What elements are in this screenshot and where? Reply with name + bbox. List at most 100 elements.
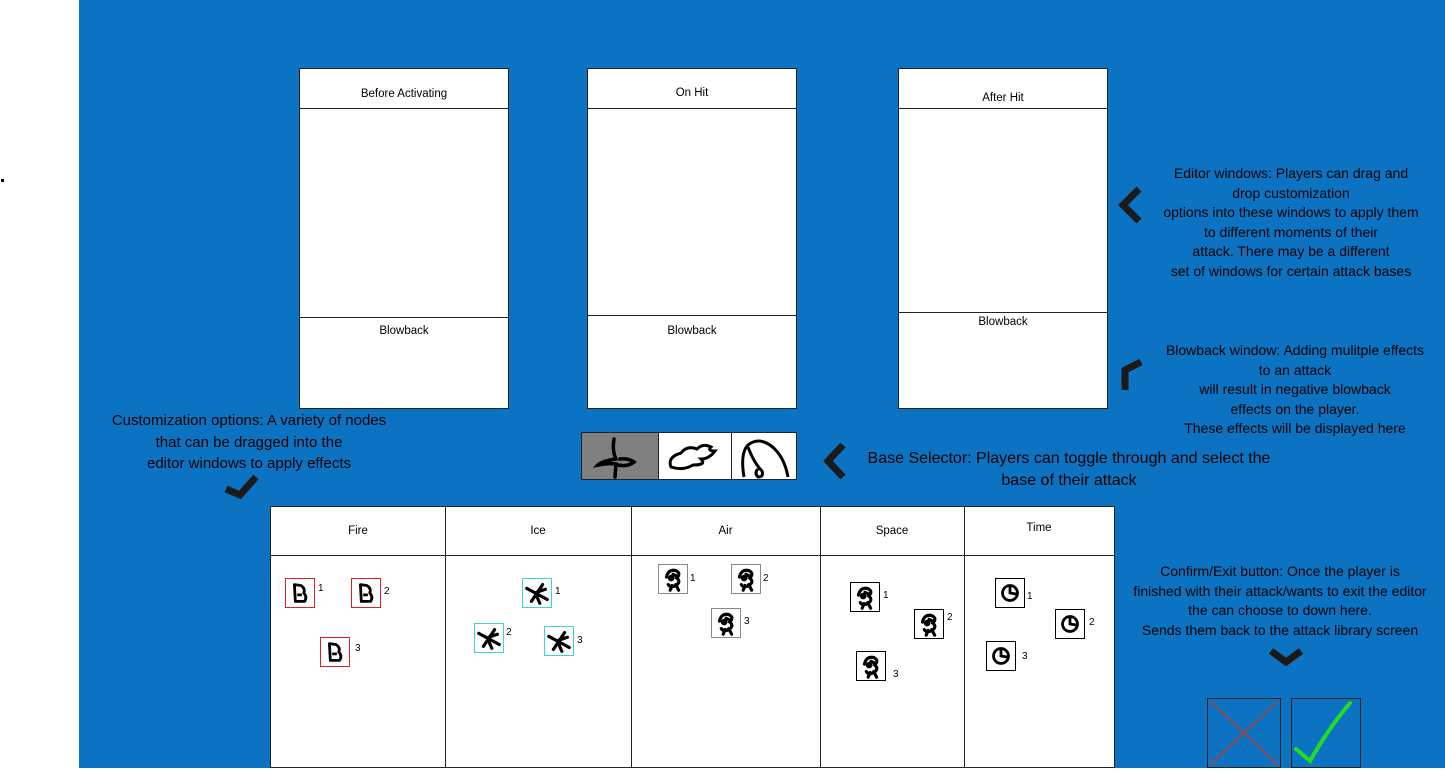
chevron-down-icon bbox=[1268, 648, 1304, 667]
node-number: 1 bbox=[883, 590, 889, 601]
node-number: 1 bbox=[318, 583, 324, 594]
annotation-line: that can be dragged into the bbox=[155, 433, 343, 451]
blowback-label: Blowback bbox=[667, 325, 717, 337]
air-rune-icon bbox=[659, 565, 687, 593]
annotation-line: editor windows to apply effects bbox=[146, 455, 351, 472]
node-number: 2 bbox=[763, 573, 769, 584]
editor-window-before-activating[interactable]: Before Activating Blowback bbox=[299, 68, 509, 409]
editor-window-after-hit[interactable]: After Hit Blowback bbox=[898, 68, 1108, 409]
ice-node-2[interactable] bbox=[474, 623, 504, 653]
space-rune-icon bbox=[857, 652, 885, 680]
node-number: 2 bbox=[947, 612, 953, 623]
category-time[interactable]: Time bbox=[964, 504, 1114, 552]
divider bbox=[300, 108, 508, 109]
air-node-2[interactable] bbox=[731, 564, 761, 594]
space-node-2[interactable] bbox=[914, 609, 944, 639]
base-option-sword[interactable] bbox=[581, 432, 659, 480]
annotation-line: Confirm/Exit button: Once the player is bbox=[1160, 563, 1400, 579]
exit-button[interactable] bbox=[1207, 698, 1281, 768]
divider bbox=[588, 315, 796, 316]
annotation-line: Sends them back to the attack library sc… bbox=[1141, 621, 1419, 638]
customization-options-panel: Fire Ice Air Space Time 1 2 3 1 2 3 1 2 … bbox=[270, 506, 1115, 768]
time-node-1[interactable] bbox=[995, 578, 1025, 608]
checkmark-icon bbox=[1294, 701, 1352, 765]
fire-node-3[interactable] bbox=[320, 637, 350, 667]
ice-rune-icon bbox=[545, 627, 573, 655]
space-rune-icon bbox=[915, 610, 943, 638]
annotation-line: to different moments of their bbox=[1203, 223, 1379, 240]
chevron-left-icon bbox=[823, 443, 846, 479]
node-number: 2 bbox=[506, 627, 512, 638]
node-number: 2 bbox=[384, 586, 390, 597]
space-node-3[interactable] bbox=[856, 651, 886, 681]
divider bbox=[899, 312, 1107, 313]
chevron-down-icon bbox=[224, 474, 259, 499]
category-space[interactable]: Space bbox=[820, 507, 964, 555]
time-node-2[interactable] bbox=[1055, 609, 1085, 639]
stray-dot bbox=[1, 179, 4, 182]
ice-rune-icon bbox=[475, 624, 503, 652]
editor-window-title: Before Activating bbox=[360, 88, 448, 100]
fire-node-2[interactable] bbox=[351, 578, 381, 608]
node-number: 1 bbox=[555, 586, 561, 597]
base-option-whip[interactable] bbox=[731, 432, 797, 480]
editor-window-title: After Hit bbox=[982, 92, 1024, 104]
annotation-line: attack. There may be a different bbox=[1192, 243, 1390, 259]
annotation-line: Customization options: A variety of node… bbox=[111, 412, 387, 429]
node-number: 3 bbox=[577, 635, 583, 646]
editor-window-title: On Hit bbox=[675, 87, 709, 99]
air-node-3[interactable] bbox=[711, 608, 741, 638]
editor-windows-annotation: Editor windows: Players can drag and dro… bbox=[1141, 164, 1441, 281]
annotation-line: Editor windows: Players can drag and bbox=[1173, 165, 1409, 181]
annotation-line: These effects will be displayed here bbox=[1184, 420, 1406, 436]
air-node-1[interactable] bbox=[658, 564, 688, 594]
node-number: 2 bbox=[1089, 617, 1095, 628]
fire-rune-icon bbox=[286, 579, 314, 607]
annotation-line: Blowback window: Adding mulitple effects bbox=[1165, 342, 1425, 358]
air-rune-icon bbox=[732, 565, 760, 593]
ice-node-1[interactable] bbox=[522, 578, 552, 608]
node-number: 1 bbox=[1027, 591, 1033, 602]
space-node-1[interactable] bbox=[850, 582, 880, 612]
blowback-label: Blowback bbox=[379, 325, 429, 337]
exit-x-icon bbox=[1209, 700, 1279, 766]
ice-node-3[interactable] bbox=[544, 626, 574, 656]
cloud-icon bbox=[668, 443, 719, 471]
space-rune-icon bbox=[851, 583, 879, 611]
divider bbox=[588, 108, 796, 109]
annotation-line: finished with their attack/wants to exit… bbox=[1133, 582, 1427, 599]
category-ice[interactable]: Ice bbox=[445, 507, 631, 555]
category-fire[interactable]: Fire bbox=[271, 507, 445, 555]
divider bbox=[271, 555, 1114, 556]
annotation-line: the can choose to down here. bbox=[1188, 602, 1372, 618]
chevron-up-left-icon bbox=[1121, 358, 1143, 390]
base-selector[interactable] bbox=[581, 432, 797, 482]
blowback-annotation: Blowback window: Adding mulitple effects… bbox=[1145, 341, 1445, 439]
fire-node-1[interactable] bbox=[285, 578, 315, 608]
divider bbox=[300, 317, 508, 318]
customization-annotation: Customization options: A variety of node… bbox=[79, 410, 419, 475]
whip-icon bbox=[741, 439, 790, 479]
time-node-3[interactable] bbox=[986, 641, 1016, 671]
annotation-line: drop customization bbox=[1232, 184, 1350, 201]
category-air[interactable]: Air bbox=[631, 507, 820, 555]
chevron-left-icon bbox=[1118, 187, 1142, 223]
confirm-button[interactable] bbox=[1291, 698, 1361, 768]
editor-window-on-hit[interactable]: On Hit Blowback bbox=[587, 68, 797, 409]
clock-rune-icon bbox=[987, 642, 1015, 670]
fire-rune-icon bbox=[321, 638, 349, 666]
base-option-cloud[interactable] bbox=[658, 432, 732, 480]
node-number: 3 bbox=[1022, 651, 1028, 662]
base-selector-annotation: Base Selector: Players can toggle throug… bbox=[849, 448, 1289, 492]
annotation-line: options into these windows to apply them bbox=[1163, 204, 1419, 220]
node-number: 3 bbox=[744, 616, 750, 627]
annotation-line: effects on the player. bbox=[1230, 400, 1360, 417]
clock-rune-icon bbox=[996, 579, 1024, 607]
annotation-line: Base Selector: Players can toggle throug… bbox=[867, 450, 1271, 467]
confirm-exit-annotation: Confirm/Exit button: Once the player is … bbox=[1115, 562, 1445, 640]
annotation-line: to an attack bbox=[1258, 361, 1332, 378]
air-rune-icon bbox=[712, 609, 740, 637]
node-number: 1 bbox=[690, 573, 696, 584]
blowback-label: Blowback bbox=[978, 316, 1028, 328]
clock-rune-icon bbox=[1056, 610, 1084, 638]
